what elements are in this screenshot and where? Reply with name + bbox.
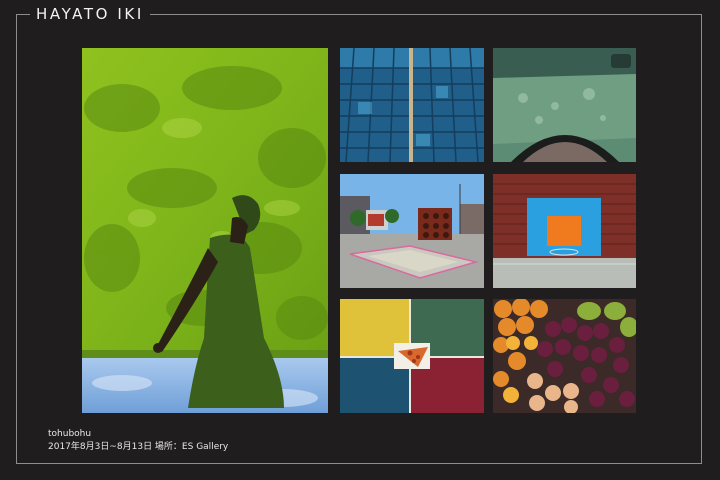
poster: HAYATO IKI tohubohu 2017年8月3日~8月13日 場所：E…: [0, 0, 720, 480]
exhibition-details: 2017年8月3日~8月13日 場所：ES Gallery: [48, 442, 229, 452]
photo-basketball-court: [493, 174, 636, 288]
photo-pizza-slice: [340, 299, 484, 413]
photo-blue-roof: [340, 48, 484, 162]
artist-name: HAYATO IKI: [30, 4, 150, 24]
photo-street-speakers: [340, 174, 484, 288]
photo-green-truck: [493, 48, 636, 162]
photo-woman-green-wall: [82, 48, 328, 413]
photo-fruit-stand: [493, 299, 636, 413]
exhibition-title: tohubohu: [48, 429, 92, 439]
exhibition-caption: tohubohu 2017年8月3日~8月13日 場所：ES Gallery: [48, 428, 228, 454]
